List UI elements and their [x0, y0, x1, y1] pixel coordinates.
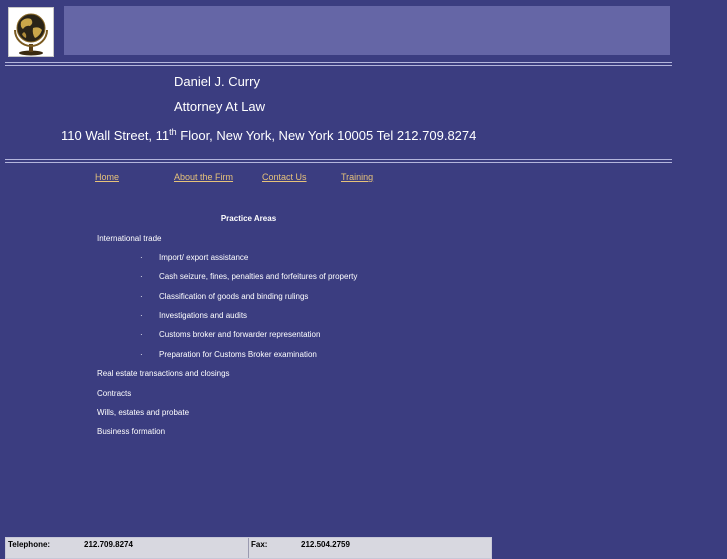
sub-area-item: Preparation for Customs Broker examinati…: [159, 350, 317, 359]
nav-contact-link[interactable]: Contact Us: [262, 172, 307, 182]
practice-area-wills: Wills, estates and probate: [97, 408, 190, 417]
sub-area-item: Cash seizure, fines, penalties and forfe…: [159, 272, 358, 281]
address-part-a: 110 Wall Street, 11: [61, 128, 170, 143]
sub-area-item: Customs broker and forwarder representat…: [159, 330, 321, 339]
address-superscript: th: [169, 127, 177, 137]
globe-logo-icon: [8, 7, 54, 57]
bullet-marker: ·: [140, 350, 143, 359]
address-part-b: Floor, New York, New York 10005 Tel 212.…: [176, 128, 477, 143]
bullet-marker: ·: [140, 272, 143, 281]
practice-areas-heading: Practice Areas: [220, 214, 277, 223]
practice-area-contracts: Contracts: [97, 389, 132, 398]
attorney-title: Attorney At Law: [174, 99, 266, 114]
nav-training-link[interactable]: Training: [341, 172, 373, 182]
attorney-name: Daniel J. Curry: [174, 74, 260, 89]
nav-about-link[interactable]: About the Firm: [174, 172, 233, 182]
bottom-divider: [5, 159, 672, 163]
sub-area-item: Import/ export assistance: [159, 253, 249, 262]
footer-fax-cell: Fax: 212.504.2759: [249, 538, 491, 558]
bullet-marker: ·: [140, 292, 143, 301]
bullet-marker: ·: [140, 253, 143, 262]
top-divider: [5, 62, 672, 66]
header-banner: [64, 6, 670, 55]
footer-telephone-cell: Telephone: 212.709.8274: [6, 538, 249, 558]
practice-area-business-formation: Business formation: [97, 427, 166, 436]
sub-area-item: Investigations and audits: [159, 311, 248, 320]
office-address: 110 Wall Street, 11th Floor, New York, N…: [61, 127, 476, 143]
bullet-marker: ·: [140, 311, 143, 320]
practice-area-international-trade: International trade: [97, 234, 162, 243]
bullet-marker: ·: [140, 330, 143, 339]
contact-footer-table: Telephone: 212.709.8274 Fax: 212.504.275…: [5, 537, 492, 559]
sub-area-item: Classification of goods and binding ruli…: [159, 292, 309, 301]
practice-area-real-estate: Real estate transactions and closings: [97, 369, 230, 378]
nav-home-link[interactable]: Home: [95, 172, 119, 182]
